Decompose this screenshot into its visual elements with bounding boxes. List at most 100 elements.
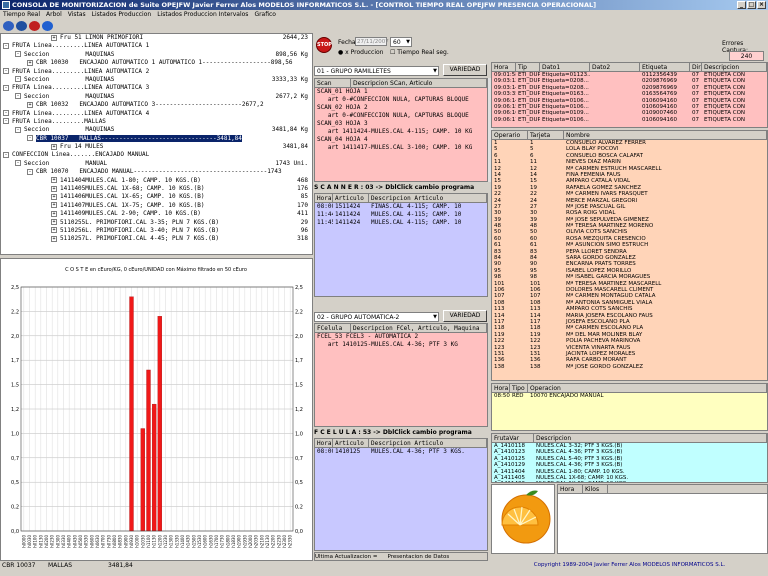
- expand-icon[interactable]: +: [27, 59, 33, 66]
- fcelula-row[interactable]: 08:001410125 MULES.CAL 4-36; PTF 3 KGS.: [315, 448, 487, 456]
- operator-header[interactable]: Tarjeta: [528, 131, 564, 139]
- fcelula-line[interactable]: art 1410125-MULES.CAL 4-36; PTF 3 KG: [315, 341, 487, 349]
- fcelula-group-select[interactable]: 02 - GRUPO AUTOMATICA-2: [314, 312, 439, 322]
- collapse-icon[interactable]: -: [3, 42, 9, 49]
- menu-vistas[interactable]: Vistas: [68, 10, 86, 19]
- fruit-row[interactable]: A_1411406NULES.CAL 1X-65; CAMP. 10 KGS.: [492, 481, 767, 482]
- menu-listados-produccion[interactable]: Listados Produccion: [92, 10, 152, 19]
- collapse-icon[interactable]: -: [15, 160, 21, 167]
- tree-row[interactable]: - Seccion MANUAL 1743 Uni.: [1, 160, 312, 168]
- info-icon[interactable]: [42, 21, 53, 31]
- expand-icon[interactable]: +: [51, 235, 57, 242]
- scanner-row[interactable]: 11:441411424 MULES.CAL 4-115; CAMP. 10: [315, 211, 487, 219]
- fruit-header[interactable]: Descripcion: [534, 434, 767, 442]
- tree-row[interactable]: - FRUTA Linea.........LINEA AUTOMATICA 4: [1, 110, 312, 118]
- scanner-row[interactable]: 08:001511424 FINAS.CAL 4-115; CAMP. 10: [315, 203, 487, 211]
- tree-row[interactable]: - CBR 10037 MALLAS-----------------------…: [1, 134, 312, 143]
- tree-row[interactable]: +1411404MULES.CAL 1-80; CAMP. 10 KGS.(B)…: [1, 177, 312, 185]
- menu-tiempo-real[interactable]: Tiempo Real: [3, 10, 40, 19]
- tree-row[interactable]: + Fru 14 MULES 3481,84: [1, 143, 312, 151]
- expand-icon[interactable]: +: [51, 210, 57, 217]
- scan-line[interactable]: SCAN_02 HOJA 2: [315, 104, 487, 112]
- tree-row[interactable]: + CBR 10032 ENCAJADO AUTOMATICO 3--------…: [1, 101, 312, 109]
- refresh-icon[interactable]: [3, 21, 14, 31]
- collapse-icon[interactable]: -: [3, 151, 9, 158]
- collapse-icon[interactable]: -: [15, 93, 21, 100]
- tree-row[interactable]: - FRUTA Linea.........LINEA AUTOMATICA 3: [1, 84, 312, 92]
- collapse-icon[interactable]: -: [15, 76, 21, 83]
- tree-row[interactable]: - CONFECCION Linea.......ENCAJADO MANUAL: [1, 151, 312, 159]
- tree-row[interactable]: - Seccion MAQUINAS 2677,2 Kg: [1, 93, 312, 101]
- expand-icon[interactable]: +: [51, 219, 57, 226]
- scan-line[interactable]: art 0-#CONFECCION NULA, CAPTURAS BLOQUE: [315, 96, 487, 104]
- operator-row[interactable]: 138 138 Mª JOSE GORDO GONZALEZ: [492, 364, 767, 370]
- tiempo-real-checkbox[interactable]: ☐ Tiempo Real seg.: [390, 49, 449, 56]
- cycle-icon[interactable]: [16, 21, 27, 31]
- tree-row[interactable]: +5110257L. PRIMOFIORI.CAL 4-45; PLN 7 KG…: [1, 235, 312, 243]
- collapse-icon[interactable]: -: [3, 68, 9, 75]
- operation-header[interactable]: Hora: [492, 384, 510, 392]
- expand-icon[interactable]: +: [51, 202, 57, 209]
- fcelula-variedad-button[interactable]: VARIEDAD: [443, 310, 487, 322]
- event-header[interactable]: Hora: [492, 63, 516, 71]
- collapse-icon[interactable]: -: [27, 168, 33, 175]
- scan-line[interactable]: SCAN_03 HOJA 3: [315, 120, 487, 128]
- tree-row[interactable]: +1411407MULES.CAL 1X-75; CAMP. 10 KGS.(B…: [1, 202, 312, 210]
- collapse-icon[interactable]: -: [3, 118, 9, 125]
- event-header[interactable]: Dato1: [540, 63, 590, 71]
- operation-header[interactable]: Operacion: [528, 384, 767, 392]
- production-tree[interactable]: + Fru 51 LIMON PRIMOFIORI 2644,23- FRUTA Li…: [0, 33, 313, 255]
- fcelula-line[interactable]: FCEL_53 FCEL3 - AUTOMATICA 2: [315, 333, 487, 341]
- stop-icon[interactable]: [29, 21, 40, 31]
- event-header[interactable]: Dato2: [590, 63, 640, 71]
- produccion-radio[interactable]: ● x Produccion: [338, 49, 383, 56]
- close-button[interactable]: ×: [757, 1, 766, 9]
- tree-row[interactable]: - CBR 10070 ENCAJADO MANUAL--------------…: [1, 168, 312, 176]
- expand-icon[interactable]: +: [51, 143, 57, 150]
- operation-row[interactable]: 08:50 RED 10070 ENCAJADO MANUAL: [492, 393, 767, 399]
- tree-row[interactable]: - FRUTA Linea.........LINEA AUTOMATICA 1: [1, 42, 312, 50]
- interval-select[interactable]: 60: [390, 37, 412, 47]
- tree-row[interactable]: + Fru 51 LIMON PRIMOFIORI 2644,23: [1, 34, 312, 42]
- scan-line[interactable]: SCAN_01 HOJA 1: [315, 88, 487, 96]
- fruit-header[interactable]: FrutaVar: [492, 434, 534, 442]
- operation-header[interactable]: Tipo: [510, 384, 528, 392]
- collapse-icon[interactable]: -: [27, 135, 33, 142]
- collapse-icon[interactable]: -: [15, 126, 21, 133]
- menu-arbol[interactable]: Arbol: [46, 10, 62, 19]
- event-header[interactable]: Dir: [690, 63, 702, 71]
- tree-row[interactable]: +1411409MULES.CAL 2-90; CAMP. 10 KGS.(B)…: [1, 210, 312, 218]
- tree-row[interactable]: - Seccion MAQUINAS 3481,84 Kg: [1, 126, 312, 134]
- tree-row[interactable]: +5110255L. PRIMOFIORI.CAL 3-35; PLN 7 KG…: [1, 219, 312, 227]
- stop-button[interactable]: STOP: [316, 37, 332, 53]
- tree-row[interactable]: +1411406MULES.CAL 1X-65; CAMP. 10 KGS.(B…: [1, 193, 312, 201]
- scan-line[interactable]: art 1411417-MULES.CAL 3-100; CAMP. 10 KG: [315, 144, 487, 152]
- operator-header[interactable]: Nombre: [564, 131, 767, 139]
- operator-header[interactable]: Operario: [492, 131, 528, 139]
- tree-row[interactable]: - Seccion MAQUINAS 3333,33 Kg: [1, 76, 312, 84]
- event-row[interactable]: 09:06:17ETI_DUPEtiqueta=0106... 010609416…: [492, 117, 767, 123]
- scanner-row[interactable]: 11:451411424 MULES.CAL 4-115; CAMP. 10: [315, 219, 487, 227]
- maximize-button[interactable]: □: [747, 1, 756, 9]
- scan-line[interactable]: SCAN_04 HOJA 4: [315, 136, 487, 144]
- fecha-input[interactable]: 27/11/2007: [355, 37, 389, 46]
- expand-icon[interactable]: +: [27, 101, 33, 108]
- expand-icon[interactable]: +: [51, 227, 57, 234]
- tree-row[interactable]: +5110256L. PRIMOFIORI.CAL 3-40; PLN 7 KG…: [1, 227, 312, 235]
- minimize-button[interactable]: _: [737, 1, 746, 9]
- tree-row[interactable]: - FRUTA Linea.........LINEA AUTOMATICA 2: [1, 68, 312, 76]
- menu-listados-intervalos[interactable]: Listados Produccion Intervalos: [157, 10, 248, 19]
- event-header[interactable]: Etiqueta: [640, 63, 690, 71]
- tree-row[interactable]: +1411405MULES.CAL 1X-68; CAMP. 10 KGS.(B…: [1, 185, 312, 193]
- expand-icon[interactable]: +: [51, 177, 57, 184]
- event-header[interactable]: Descripcion: [702, 63, 767, 71]
- event-header[interactable]: Tip: [516, 63, 540, 71]
- tree-row[interactable]: + CBR 10030 ENCAJADO AUTOMATICO 1 AUTOMAT…: [1, 59, 312, 67]
- collapse-icon[interactable]: -: [3, 84, 9, 91]
- collapse-icon[interactable]: -: [15, 51, 21, 58]
- menu-grafico[interactable]: Grafico: [254, 10, 276, 19]
- scan-line[interactable]: art 0-#CONFECCION NULA, CAPTURAS BLOQUE: [315, 112, 487, 120]
- scan-group-select[interactable]: 01 - GRUPO RAMILLETES: [314, 66, 439, 76]
- tree-row[interactable]: - FRUTA Linea.........MALLAS: [1, 118, 312, 126]
- scan-line[interactable]: art 1411424-MULES.CAL 4-115; CAMP. 10 KG: [315, 128, 487, 136]
